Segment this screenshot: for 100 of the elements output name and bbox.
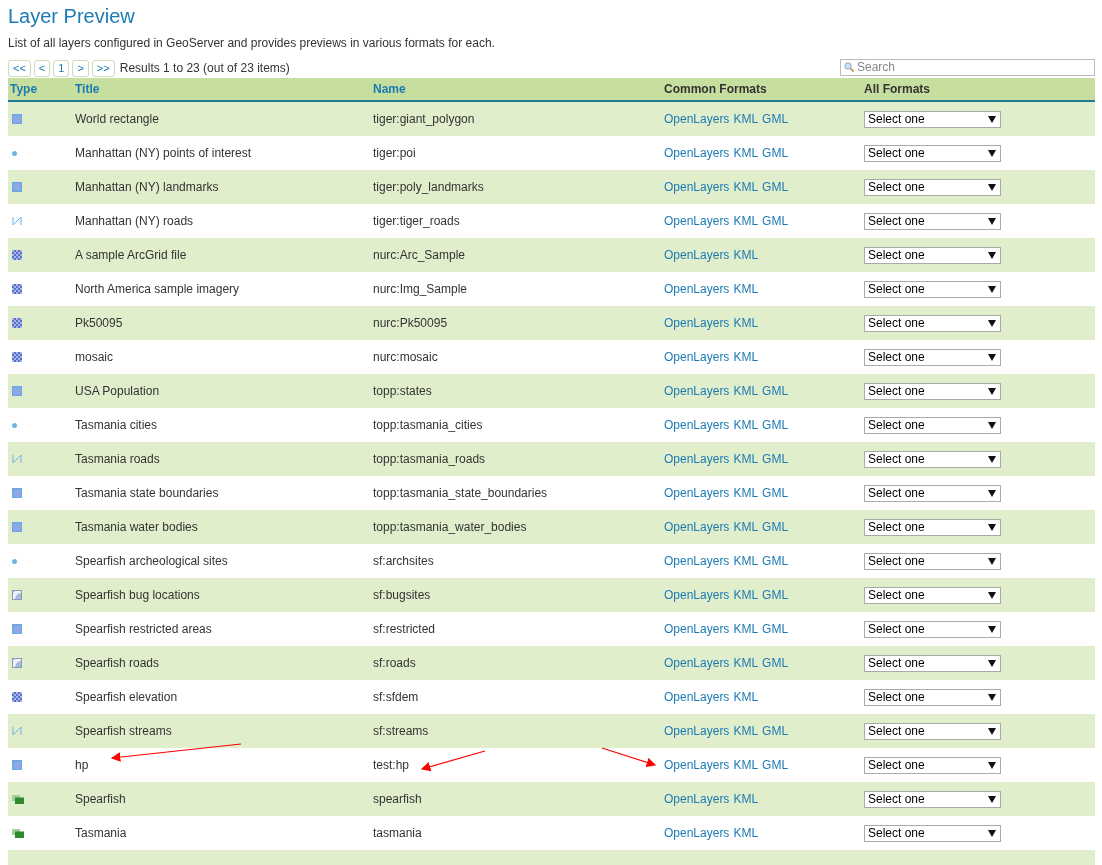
layer-title: mosaic (75, 349, 113, 366)
pager-button[interactable]: > (72, 59, 89, 77)
format-link[interactable]: GML (762, 450, 789, 468)
format-link[interactable]: KML (733, 824, 759, 842)
format-link[interactable]: OpenLayers (664, 280, 730, 298)
format-link[interactable]: KML (733, 212, 759, 230)
format-select[interactable]: Select one (864, 518, 1001, 536)
format-select[interactable]: Select one (864, 212, 1001, 230)
format-link[interactable]: OpenLayers (664, 688, 730, 706)
format-link[interactable]: GML (762, 518, 789, 536)
layer-name: sf:streams (373, 723, 429, 740)
format-link[interactable]: KML (733, 314, 759, 332)
format-select[interactable]: Select one (864, 654, 1001, 672)
layer-name: tasmania (373, 825, 422, 842)
format-link[interactable]: KML (733, 144, 759, 162)
format-link[interactable]: OpenLayers (664, 654, 730, 672)
format-select[interactable]: Select one (864, 246, 1001, 264)
format-link[interactable]: KML (733, 756, 759, 774)
format-link[interactable]: KML (733, 178, 759, 196)
format-link[interactable]: KML (733, 552, 759, 570)
search-field[interactable]: Search (840, 58, 1095, 76)
format-link[interactable]: OpenLayers (664, 382, 730, 400)
format-link[interactable]: KML (733, 790, 759, 808)
format-link[interactable]: OpenLayers (664, 722, 730, 740)
layer-title: USA Population (75, 383, 160, 400)
format-link[interactable]: GML (762, 722, 789, 740)
format-select[interactable]: Select one (864, 348, 1001, 366)
format-select[interactable]: Select one (864, 280, 1001, 298)
format-link[interactable]: GML (762, 110, 789, 128)
pager-button[interactable]: << (8, 59, 31, 77)
format-link[interactable]: GML (762, 212, 789, 230)
format-link[interactable]: KML (733, 586, 759, 604)
format-select[interactable]: Select one (864, 484, 1001, 502)
format-select[interactable]: Select one (864, 450, 1001, 468)
format-select[interactable]: Select one (864, 756, 1001, 774)
format-link[interactable]: OpenLayers (664, 620, 730, 638)
format-select[interactable]: Select one (864, 552, 1001, 570)
format-link[interactable]: KML (733, 348, 759, 366)
format-link[interactable]: OpenLayers (664, 144, 730, 162)
format-link[interactable]: GML (762, 586, 789, 604)
format-link[interactable]: KML (733, 722, 759, 740)
format-link[interactable]: OpenLayers (664, 314, 730, 332)
format-link[interactable]: OpenLayers (664, 756, 730, 774)
format-link[interactable]: OpenLayers (664, 178, 730, 196)
format-select[interactable]: Select one (864, 722, 1001, 740)
column-header[interactable]: Title (75, 80, 100, 98)
format-link[interactable]: KML (733, 280, 759, 298)
format-link[interactable]: GML (762, 620, 789, 638)
format-link[interactable]: OpenLayers (664, 110, 730, 128)
pager-button[interactable]: >> (91, 59, 115, 77)
column-header[interactable]: Type (8, 80, 38, 98)
format-link[interactable]: OpenLayers (664, 790, 730, 808)
format-link[interactable]: GML (762, 178, 789, 196)
format-select[interactable]: Select one (864, 110, 1001, 128)
format-link[interactable]: GML (762, 144, 789, 162)
format-link[interactable]: OpenLayers (664, 586, 730, 604)
format-link[interactable]: KML (733, 518, 759, 536)
column-header[interactable]: Name (373, 80, 406, 98)
layer-name: nurc:Img_Sample (373, 281, 468, 298)
square-icon (12, 658, 22, 668)
format-select[interactable]: Select one (864, 382, 1001, 400)
format-select[interactable]: Select one (864, 620, 1001, 638)
format-link[interactable]: KML (733, 416, 759, 434)
format-link[interactable]: KML (733, 246, 759, 264)
format-link[interactable]: GML (762, 382, 789, 400)
format-link[interactable]: KML (733, 688, 759, 706)
format-select[interactable]: Select one (864, 688, 1001, 706)
format-link[interactable]: OpenLayers (664, 824, 730, 842)
caret-icon (988, 353, 996, 361)
format-link[interactable]: KML (733, 382, 759, 400)
format-link[interactable]: OpenLayers (664, 518, 730, 536)
format-select[interactable]: Select one (864, 314, 1001, 332)
format-link[interactable]: GML (762, 552, 789, 570)
format-select[interactable]: Select one (864, 416, 1001, 434)
layer-title: Tasmania (75, 825, 127, 842)
format-link[interactable]: GML (762, 416, 789, 434)
format-link[interactable]: GML (762, 484, 789, 502)
format-link[interactable]: OpenLayers (664, 484, 730, 502)
format-link[interactable]: OpenLayers (664, 212, 730, 230)
format-link[interactable]: KML (733, 450, 759, 468)
format-link[interactable]: KML (733, 654, 759, 672)
pager-button[interactable]: < (33, 59, 51, 77)
format-link[interactable]: OpenLayers (664, 246, 730, 264)
format-select[interactable]: Select one (864, 824, 1001, 842)
format-link[interactable]: KML (733, 484, 759, 502)
caret-icon (988, 387, 996, 395)
format-link[interactable]: KML (733, 110, 759, 128)
layer-title: North America sample imagery (75, 281, 240, 298)
format-select[interactable]: Select one (864, 178, 1001, 196)
format-link[interactable]: GML (762, 756, 789, 774)
pager-button[interactable]: 1 (53, 59, 70, 77)
format-link[interactable]: OpenLayers (664, 552, 730, 570)
format-link[interactable]: OpenLayers (664, 450, 730, 468)
format-link[interactable]: OpenLayers (664, 348, 730, 366)
format-link[interactable]: GML (762, 654, 789, 672)
format-select[interactable]: Select one (864, 144, 1001, 162)
format-link[interactable]: KML (733, 620, 759, 638)
format-select[interactable]: Select one (864, 586, 1001, 604)
format-link[interactable]: OpenLayers (664, 416, 730, 434)
format-select[interactable]: Select one (864, 790, 1001, 808)
